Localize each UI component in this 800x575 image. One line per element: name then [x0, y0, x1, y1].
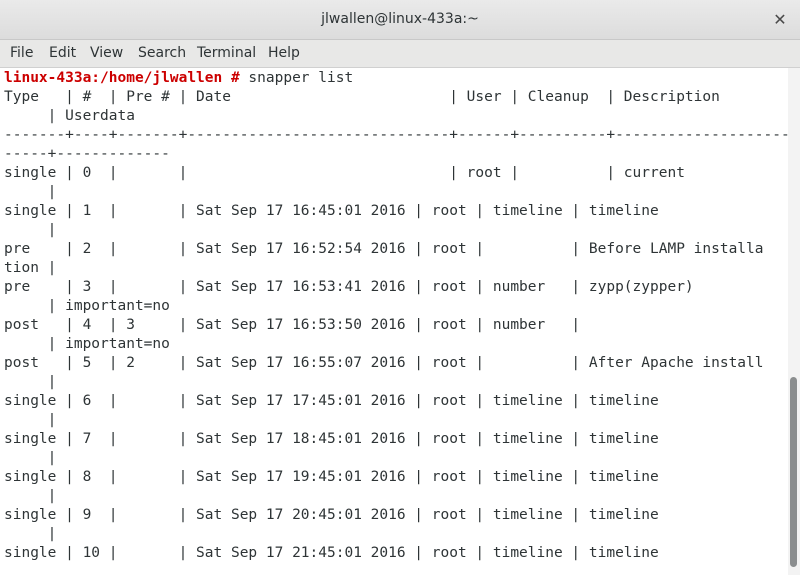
- terminal-line: single | 1 | | Sat Sep 17 16:45:01 2016 …: [4, 203, 659, 219]
- terminal-line: -------+----+-------+-------------------…: [4, 127, 788, 143]
- terminal-window: jlwallen@linux-433a:~ ✕ File Edit View S…: [0, 0, 800, 575]
- terminal-line: pre | 3 | | Sat Sep 17 16:53:41 2016 | r…: [4, 279, 694, 295]
- vertical-scrollbar[interactable]: [788, 68, 800, 575]
- terminal-line: single | 7 | | Sat Sep 17 18:45:01 2016 …: [4, 431, 659, 447]
- terminal-line: |: [4, 488, 57, 504]
- shell-command: snapper list: [239, 70, 354, 86]
- menu-file[interactable]: File: [10, 45, 33, 61]
- terminal-line: single | 8 | | Sat Sep 17 19:45:01 2016 …: [4, 469, 659, 485]
- terminal-line: Type | # | Pre # | Date | User | Cleanup…: [4, 89, 720, 105]
- terminal-line: pre | 2 | | Sat Sep 17 16:52:54 2016 | r…: [4, 241, 764, 257]
- terminal-line: single | 0 | | | root | | current: [4, 165, 685, 181]
- terminal-line: |: [4, 222, 57, 238]
- menu-view[interactable]: View: [90, 45, 123, 61]
- terminal-line: |: [4, 184, 57, 200]
- terminal-line: |: [4, 526, 57, 542]
- menu-terminal[interactable]: Terminal: [197, 45, 256, 61]
- terminal-line: |: [4, 450, 57, 466]
- scrollbar-thumb[interactable]: [790, 377, 797, 567]
- window-title: jlwallen@linux-433a:~: [321, 11, 479, 27]
- snapper-output: Type | # | Pre # | Date | User | Cleanup…: [4, 89, 788, 561]
- menu-search[interactable]: Search: [138, 45, 186, 61]
- shell-prompt: linux-433a:/home/jlwallen #: [4, 70, 240, 86]
- menu-edit[interactable]: Edit: [49, 45, 76, 61]
- menu-bar: File Edit View Search Terminal Help: [0, 40, 800, 68]
- terminal-line: single | 6 | | Sat Sep 17 17:45:01 2016 …: [4, 393, 659, 409]
- terminal-area[interactable]: linux-433a:/home/jlwallen # snapper list…: [0, 68, 788, 575]
- prompt-line: linux-433a:/home/jlwallen # snapper list: [4, 70, 353, 86]
- terminal-line: post | 4 | 3 | Sat Sep 17 16:53:50 2016 …: [4, 317, 581, 333]
- terminal-line: -----+-------------: [4, 146, 170, 162]
- terminal-line: post | 5 | 2 | Sat Sep 17 16:55:07 2016 …: [4, 355, 764, 371]
- terminal-line: | important=no: [4, 336, 170, 352]
- terminal-output: linux-433a:/home/jlwallen # snapper list…: [4, 69, 788, 563]
- terminal-line: single | 9 | | Sat Sep 17 20:45:01 2016 …: [4, 507, 659, 523]
- terminal-line: | important=no: [4, 298, 170, 314]
- terminal-line: single | 10 | | Sat Sep 17 21:45:01 2016…: [4, 545, 659, 561]
- terminal-line: |: [4, 412, 57, 428]
- terminal-line: |: [4, 374, 57, 390]
- title-bar[interactable]: jlwallen@linux-433a:~ ✕: [0, 0, 800, 40]
- terminal-line: | Userdata: [4, 108, 135, 124]
- menu-help[interactable]: Help: [268, 45, 300, 61]
- terminal-line: tion |: [4, 260, 57, 276]
- close-icon[interactable]: ✕: [768, 8, 792, 32]
